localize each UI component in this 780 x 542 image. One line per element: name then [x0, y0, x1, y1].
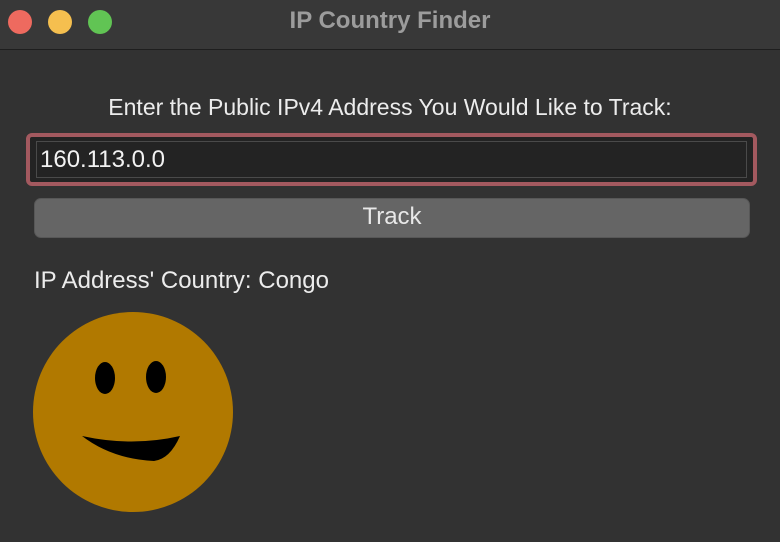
app-window: IP Country Finder Enter the Public IPv4 …: [0, 0, 780, 542]
smiley-right-eye: [146, 361, 166, 393]
window-title: IP Country Finder: [289, 7, 491, 34]
ip-address-input[interactable]: [36, 141, 747, 178]
ip-input-focus-ring: [26, 133, 757, 186]
ip-prompt-label: Enter the Public IPv4 Address You Would …: [108, 94, 672, 120]
smiley-left-eye: [95, 362, 115, 394]
smiley-face-icon: [33, 312, 233, 512]
track-button[interactable]: Track: [34, 198, 750, 238]
country-result-label: IP Address' Country: Congo: [34, 267, 329, 294]
smiley-face-circle: [33, 312, 233, 512]
title-bar: IP Country Finder: [0, 0, 780, 50]
